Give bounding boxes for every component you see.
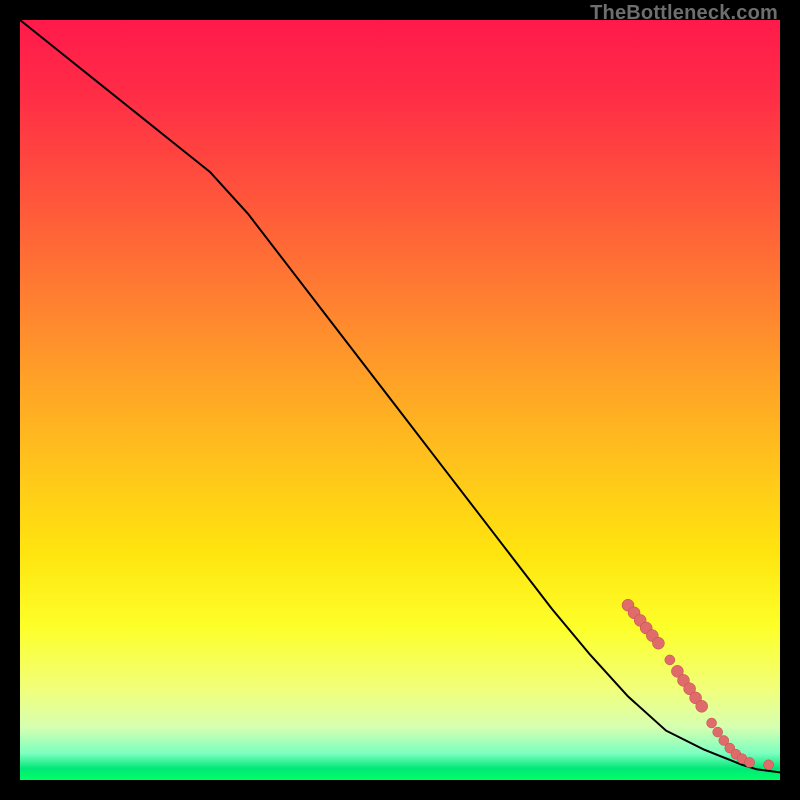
chart-frame [20,20,780,780]
gradient-background [20,20,780,780]
data-marker [696,700,708,712]
bottleneck-chart [20,20,780,780]
data-marker [764,760,774,770]
data-marker [707,718,717,728]
data-marker [652,637,664,649]
data-marker [665,655,675,665]
data-marker [713,727,723,737]
data-marker [745,758,755,768]
